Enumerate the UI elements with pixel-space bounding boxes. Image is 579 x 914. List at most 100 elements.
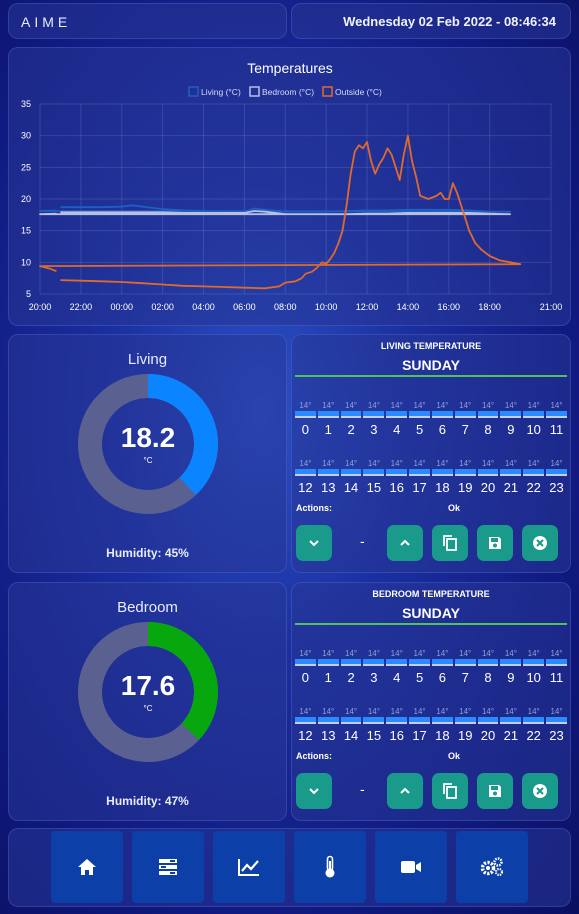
hour-slot[interactable]: 14° 21 xyxy=(500,707,522,743)
save-button[interactable] xyxy=(477,525,513,561)
hour-slot[interactable]: 14° 0 xyxy=(295,649,316,685)
hour-slot[interactable]: 14° 17 xyxy=(409,459,430,495)
hour-slot[interactable]: 14° 19 xyxy=(454,707,476,743)
increase-button[interactable] xyxy=(387,773,423,809)
hour-slot[interactable]: 14° 16 xyxy=(386,707,408,743)
hour-slot[interactable]: 14° 17 xyxy=(409,707,430,743)
hour-slot[interactable]: 14° 19 xyxy=(454,459,476,495)
nav-camera-button[interactable] xyxy=(375,831,447,903)
hour-label: 10 xyxy=(526,670,541,685)
bedroom-hours-am: 14° 0 14° 1 14° 2 14° 3 14° 4 14° 5 14° 6 14° 7 14° 8 14° 9… xyxy=(294,649,568,685)
legend-label: Living (°C) xyxy=(201,87,241,97)
hour-slot[interactable]: 14° 1 xyxy=(317,649,339,685)
hour-slot[interactable]: 14° 12 xyxy=(295,459,316,495)
slot-bar xyxy=(409,717,430,724)
hour-slot[interactable]: 14° 10 xyxy=(523,649,545,685)
home-icon xyxy=(78,859,96,875)
hour-slot[interactable]: 14° 13 xyxy=(317,459,339,495)
nav-settings-button[interactable] xyxy=(456,831,528,903)
slot-bar xyxy=(317,411,339,418)
hour-slot[interactable]: 14° 1 xyxy=(317,401,339,437)
hour-slot[interactable]: 14° 2 xyxy=(340,649,362,685)
hour-slot[interactable]: 14° 0 xyxy=(295,401,316,437)
hour-slot[interactable]: 14° 15 xyxy=(363,707,385,743)
slot-temperature: 14° xyxy=(436,707,449,716)
cogs-icon xyxy=(480,857,504,877)
slot-bar xyxy=(340,411,362,418)
hour-slot[interactable]: 14° 6 xyxy=(431,401,453,437)
slot-temperature: 14° xyxy=(390,459,403,468)
living-actions-row: Actions: Ok xyxy=(296,503,566,513)
hour-slot[interactable]: 14° 5 xyxy=(409,649,430,685)
hour-slot[interactable]: 14° 6 xyxy=(431,649,453,685)
hour-slot[interactable]: 14° 7 xyxy=(454,401,476,437)
slot-bar xyxy=(317,717,339,724)
hour-slot[interactable]: 14° 8 xyxy=(477,401,499,437)
living-schedule-title: LIVING TEMPERATURE xyxy=(380,341,482,351)
nav-thermometer-button[interactable] xyxy=(294,831,366,903)
hour-label: 14 xyxy=(343,480,359,495)
x-tick-label: 18:00 xyxy=(478,302,501,312)
hour-slot[interactable]: 14° 15 xyxy=(363,459,385,495)
increase-button[interactable] xyxy=(387,525,423,561)
bedroom-schedule-day: SUNDAY xyxy=(402,605,460,621)
decrease-button[interactable] xyxy=(296,525,332,561)
slot-temperature: 14° xyxy=(550,649,563,658)
cancel-button[interactable] xyxy=(522,525,558,561)
slot-temperature: 14° xyxy=(345,649,358,658)
hour-slot[interactable]: 14° 5 xyxy=(409,401,430,437)
hour-slot[interactable]: 14° 20 xyxy=(477,459,499,495)
slot-temperature: 14° xyxy=(390,401,403,410)
slot-bar xyxy=(477,717,499,724)
copy-button[interactable] xyxy=(432,773,468,809)
set-value: - xyxy=(360,781,365,797)
hour-slot[interactable]: 14° 21 xyxy=(500,459,522,495)
hour-slot[interactable]: 14° 4 xyxy=(386,649,408,685)
slot-bar xyxy=(546,411,567,418)
bedroom-action-buttons: - xyxy=(296,773,566,809)
hour-slot[interactable]: 14° 22 xyxy=(523,707,545,743)
hour-slot[interactable]: 14° 13 xyxy=(317,707,339,743)
hour-slot[interactable]: 14° 8 xyxy=(477,649,499,685)
hour-label: 13 xyxy=(321,480,336,495)
y-tick-label: 35 xyxy=(21,99,31,109)
hour-slot[interactable]: 14° 11 xyxy=(546,649,567,685)
nav-home-button[interactable] xyxy=(51,831,123,903)
slot-temperature: 14° xyxy=(481,459,495,468)
nav-list-button[interactable] xyxy=(132,831,204,903)
hour-slot[interactable]: 14° 18 xyxy=(431,707,453,743)
hour-slot[interactable]: 14° 23 xyxy=(546,459,567,495)
hour-slot[interactable]: 14° 11 xyxy=(546,401,567,437)
slot-bar xyxy=(340,659,362,666)
bedroom-humidity: Humidity: 47% xyxy=(106,794,189,808)
slot-temperature: 14° xyxy=(436,459,449,468)
hour-slot[interactable]: 14° 4 xyxy=(386,401,408,437)
nav-chart-button[interactable] xyxy=(213,831,285,903)
decrease-button[interactable] xyxy=(296,773,332,809)
hour-slot[interactable]: 14° 9 xyxy=(500,649,522,685)
hour-slot[interactable]: 14° 18 xyxy=(431,459,453,495)
slot-temperature: 14° xyxy=(299,707,312,716)
save-button[interactable] xyxy=(477,773,513,809)
copy-button[interactable] xyxy=(432,525,468,561)
hour-slot[interactable]: 14° 12 xyxy=(295,707,316,743)
hour-label: 16 xyxy=(389,728,404,743)
slot-temperature: 14° xyxy=(367,401,380,410)
hour-label: 2 xyxy=(347,422,355,437)
hour-slot[interactable]: 14° 16 xyxy=(386,459,408,495)
cancel-button[interactable] xyxy=(522,773,558,809)
hour-slot[interactable]: 14° 23 xyxy=(546,707,567,743)
copy-icon xyxy=(443,535,457,551)
hour-slot[interactable]: 14° 10 xyxy=(523,401,545,437)
hour-slot[interactable]: 14° 2 xyxy=(340,401,362,437)
hour-slot[interactable]: 14° 14 xyxy=(340,459,362,495)
header-app-panel: AIME xyxy=(8,3,287,39)
hour-slot[interactable]: 14° 3 xyxy=(363,401,385,437)
hour-slot[interactable]: 14° 7 xyxy=(454,649,476,685)
hour-slot[interactable]: 14° 22 xyxy=(523,459,545,495)
hour-slot[interactable]: 14° 9 xyxy=(500,401,522,437)
hour-label: 4 xyxy=(393,422,401,437)
hour-slot[interactable]: 14° 14 xyxy=(340,707,362,743)
hour-slot[interactable]: 14° 20 xyxy=(477,707,499,743)
hour-slot[interactable]: 14° 3 xyxy=(363,649,385,685)
